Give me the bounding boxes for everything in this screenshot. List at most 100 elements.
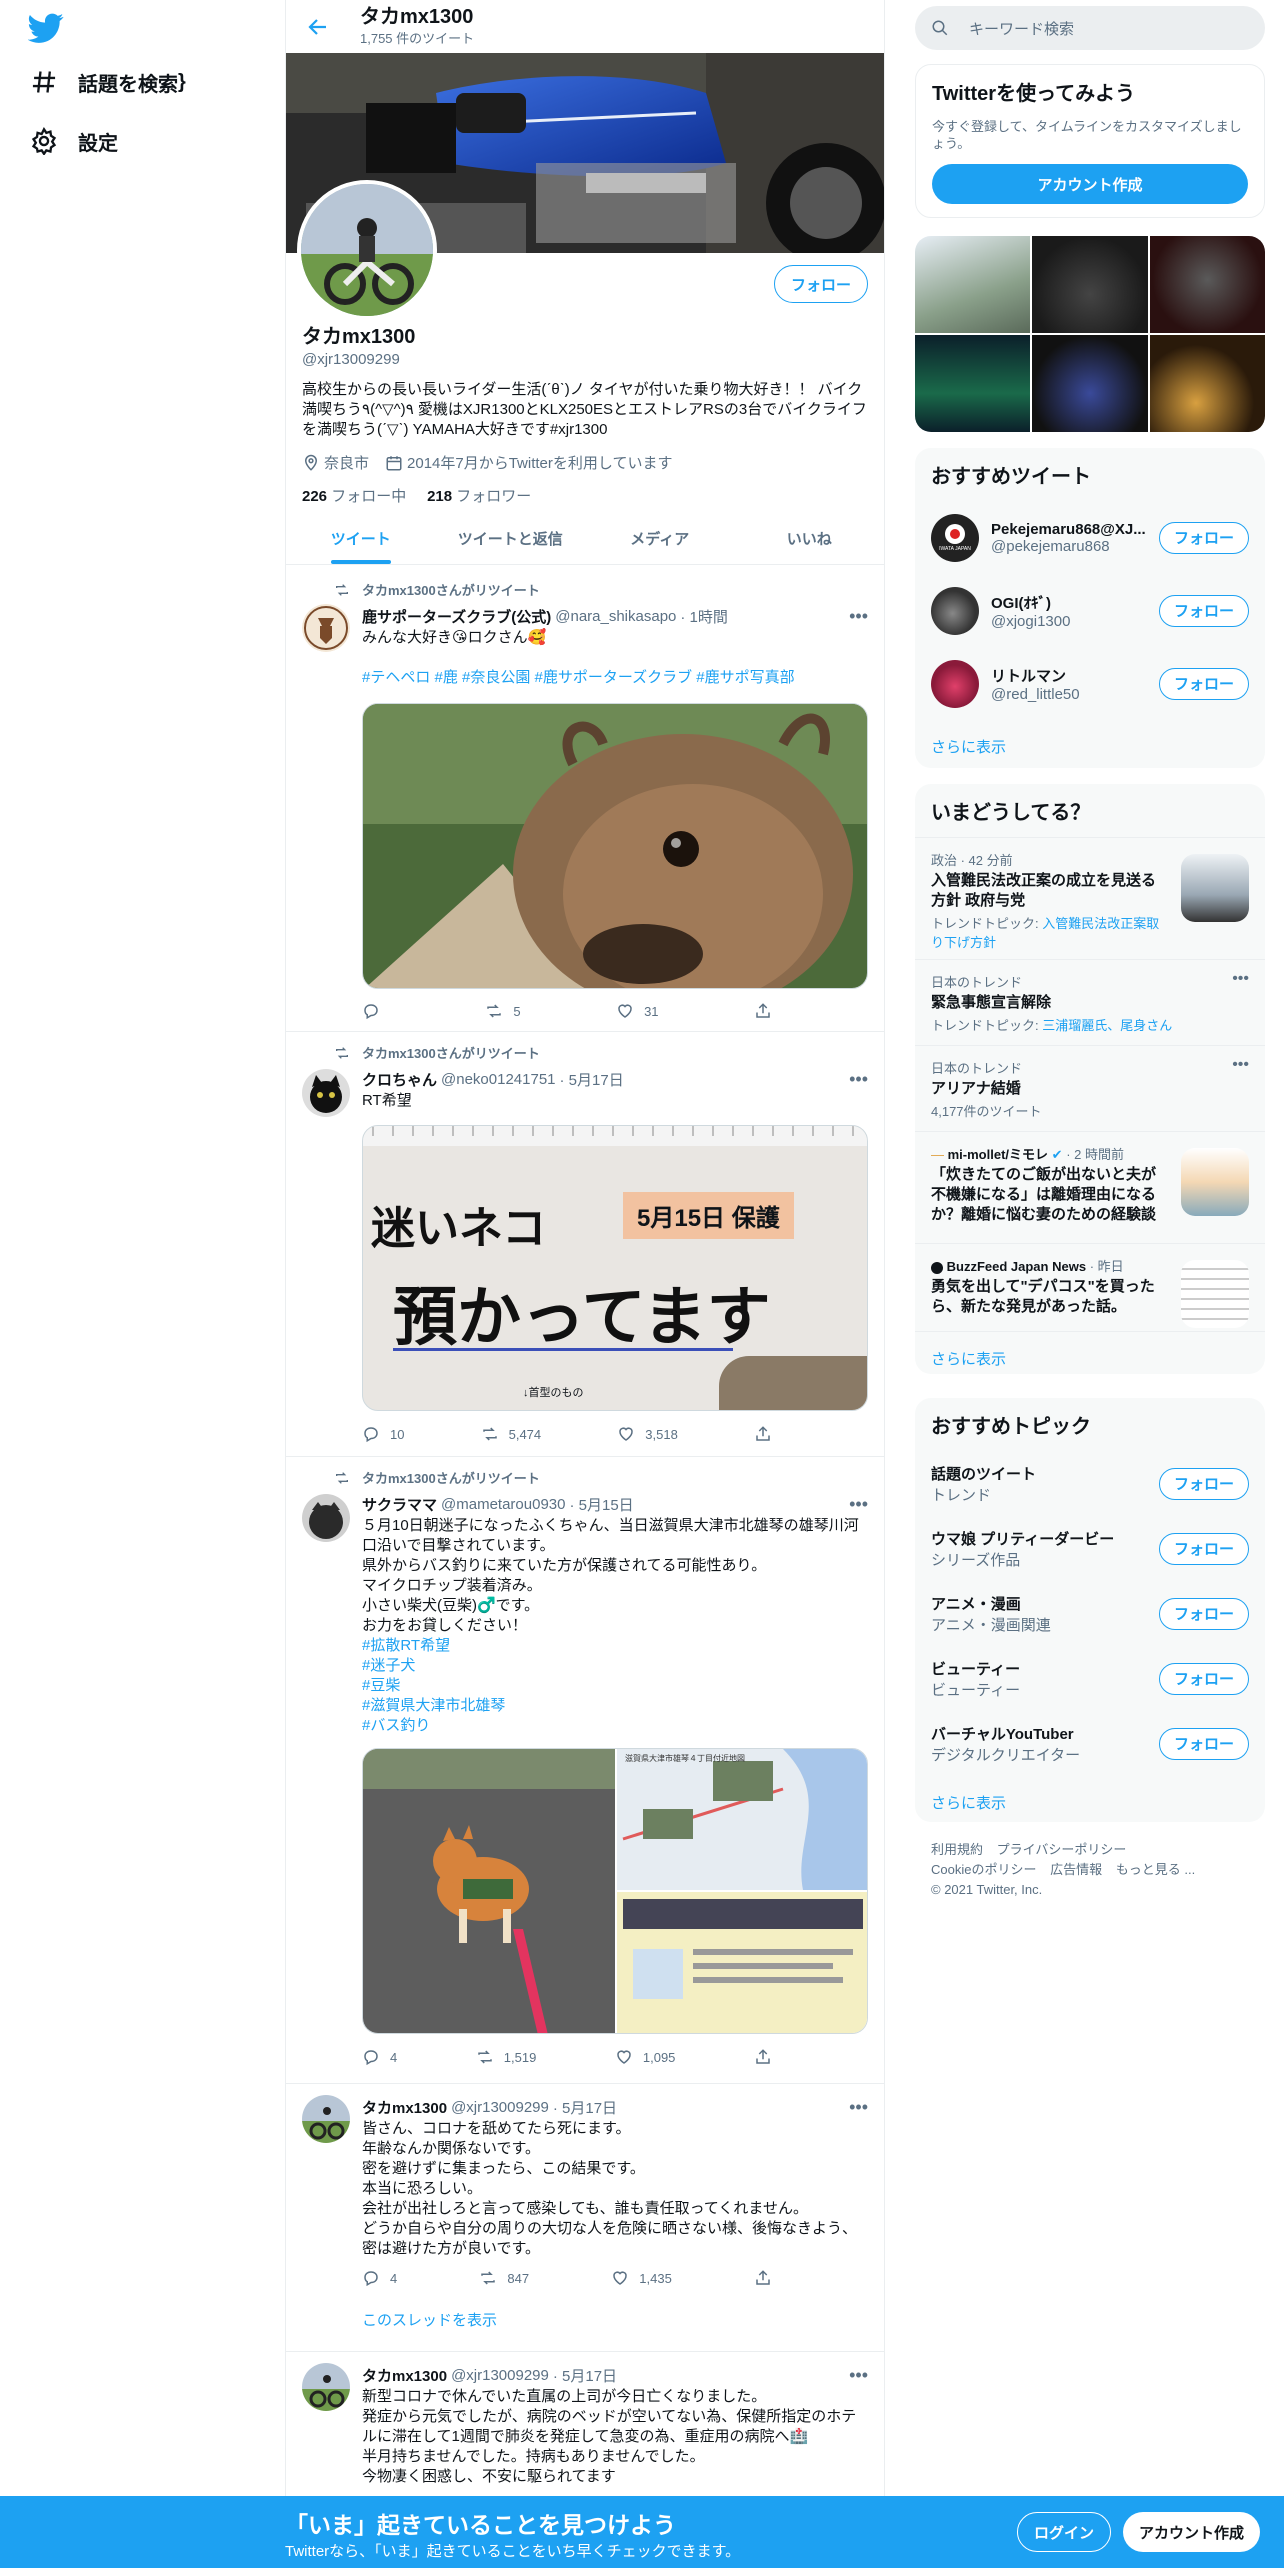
retweet-button[interactable]: 847 bbox=[479, 2269, 529, 2287]
media-thumb[interactable] bbox=[915, 335, 1031, 432]
tweet-author-name[interactable]: 鹿サポーターズクラブ(公式) bbox=[362, 606, 551, 627]
trend-item[interactable]: 政治 · 42 分前 入管難民法改正案の成立を見送る方針 政府与党 トレンドトピ… bbox=[915, 837, 1265, 959]
more-icon[interactable]: ••• bbox=[1232, 1056, 1249, 1074]
media-thumb[interactable] bbox=[915, 236, 1031, 333]
tweet-author-name[interactable]: サクラママ bbox=[362, 1494, 437, 1515]
nav-explore[interactable]: 話題を検索 } bbox=[30, 54, 186, 110]
tweet-time[interactable]: · 5月15日 bbox=[569, 1494, 633, 1515]
follow-button[interactable]: フォロー bbox=[1158, 1727, 1249, 1760]
tweet-author-name[interactable]: クロちゃん bbox=[362, 1069, 437, 1090]
like-button[interactable]: 1,435 bbox=[611, 2269, 672, 2287]
follow-button[interactable]: フォロー bbox=[1158, 1662, 1249, 1695]
trend-item[interactable]: 日本のトレンド アリアナ結婚 4,177件のツイート ••• bbox=[915, 1045, 1265, 1131]
like-button[interactable]: 31 bbox=[616, 1002, 659, 1020]
avatar[interactable] bbox=[302, 2363, 350, 2411]
show-thread-link[interactable]: このスレッドを表示 bbox=[362, 2311, 868, 2331]
trend-item[interactable]: — mi-mollet/ミモレ ✔ · 2 時間前 「炊きたてのご飯が出ないと夫… bbox=[915, 1131, 1265, 1243]
more-icon[interactable]: ••• bbox=[849, 2365, 868, 2386]
recommended-user[interactable]: OGI(ｵｷﾞ) @xjogi1300 フォロー bbox=[915, 574, 1265, 647]
retweet-button[interactable]: 1,519 bbox=[476, 2048, 536, 2066]
tweet-author-handle[interactable]: @nara_shikasapo bbox=[555, 608, 676, 625]
like-button[interactable]: 3,518 bbox=[617, 1425, 678, 1443]
follow-button[interactable]: フォロー bbox=[1158, 521, 1249, 554]
follow-button[interactable]: フォロー bbox=[773, 265, 868, 303]
topic-item[interactable]: ウマ娘 プリティーダービー シリーズ作品 フォロー bbox=[915, 1516, 1265, 1581]
reply-button[interactable]: 4 bbox=[362, 2269, 397, 2287]
tweet[interactable]: タカmx1300 @xjr13009299 · 5月17日 ••• 新型コロナで… bbox=[286, 2353, 884, 2513]
tweet-hashtags[interactable]: #拡散RT希望 #迷子犬 #豆柴 #滋賀県大津市北雄琴 #バス釣り bbox=[362, 1636, 868, 1736]
tweet-image-grid[interactable]: 滋賀県大津市雄琴４丁目付近地図 bbox=[362, 1748, 868, 2034]
like-button[interactable]: 1,095 bbox=[615, 2048, 675, 2066]
share-button[interactable] bbox=[754, 1425, 782, 1443]
reply-button[interactable]: 4 bbox=[362, 2048, 397, 2066]
media-thumb[interactable] bbox=[1149, 236, 1265, 333]
trend-item[interactable]: BuzzFeed Japan News · 昨日 勇気を出して"デパコス"を買っ… bbox=[915, 1243, 1265, 1331]
nav-settings[interactable]: 設定 bbox=[30, 113, 118, 169]
reply-button[interactable]: 10 bbox=[362, 1425, 404, 1443]
retweet-button[interactable]: 5 bbox=[485, 1002, 521, 1020]
more-icon[interactable]: ••• bbox=[849, 606, 868, 627]
avatar[interactable] bbox=[302, 2095, 350, 2143]
tweet-time[interactable]: · 5月17日 bbox=[560, 1069, 624, 1090]
terms-link[interactable]: 利用規約 bbox=[931, 1842, 983, 1857]
recommended-user[interactable]: IWATA JAPAN Pekejemaru868@XJ... @pekejem… bbox=[915, 501, 1265, 574]
follow-button[interactable]: フォロー bbox=[1158, 594, 1249, 627]
topic-item[interactable]: ビューティー ビューティー フォロー bbox=[915, 1646, 1265, 1711]
create-account-button[interactable]: アカウント作成 bbox=[932, 164, 1248, 204]
following-link[interactable]: 226 フォロー中 bbox=[302, 488, 406, 505]
media-thumb[interactable] bbox=[1032, 236, 1148, 333]
avatar[interactable] bbox=[302, 604, 350, 652]
media-thumb[interactable] bbox=[1032, 335, 1148, 432]
followers-link[interactable]: 218 フォロワー bbox=[427, 488, 531, 505]
topic-item[interactable]: 話題のツイート トレンド フォロー bbox=[915, 1451, 1265, 1516]
more-icon[interactable]: ••• bbox=[1232, 970, 1249, 988]
tweet-author-handle[interactable]: @xjr13009299 bbox=[451, 2367, 549, 2384]
tweet-author-name[interactable]: タカmx1300 bbox=[362, 2365, 447, 2386]
reply-button[interactable] bbox=[362, 1002, 390, 1020]
media-grid[interactable] bbox=[915, 236, 1265, 432]
tweet[interactable]: タカmx1300 @xjr13009299 · 5月17日 ••• 皆さん、コロ… bbox=[286, 2085, 884, 2352]
topic-item[interactable]: アニメ・漫画 アニメ・漫画関連 フォロー bbox=[915, 1581, 1265, 1646]
more-icon[interactable]: ••• bbox=[849, 2097, 868, 2118]
tweet-time[interactable]: · 5月17日 bbox=[553, 2365, 617, 2386]
tweet[interactable]: タカmx1300さんがリツイート サクラママ @mametarou0930 · … bbox=[286, 1458, 884, 2084]
topic-item[interactable]: バーチャルYouTuber デジタルクリエイター フォロー bbox=[915, 1711, 1265, 1776]
follow-button[interactable]: フォロー bbox=[1158, 1532, 1249, 1565]
tweet[interactable]: タカmx1300さんがリツイート クロちゃん @neko01241751 · 5… bbox=[286, 1033, 884, 1457]
tweet-time[interactable]: · 1時間 bbox=[680, 606, 728, 627]
tweet-author-handle[interactable]: @xjr13009299 bbox=[451, 2099, 549, 2116]
tweet-author-handle[interactable]: @neko01241751 bbox=[441, 1071, 556, 1088]
tweet-time[interactable]: · 5月17日 bbox=[553, 2097, 617, 2118]
privacy-link[interactable]: プライバシーポリシー bbox=[997, 1842, 1127, 1857]
twitter-logo-icon[interactable] bbox=[28, 10, 64, 46]
ads-link[interactable]: 広告情報 bbox=[1050, 1862, 1102, 1877]
media-thumb[interactable] bbox=[1149, 335, 1265, 432]
tweet-image[interactable] bbox=[362, 703, 868, 989]
trend-sub-link[interactable]: 三浦瑠麗氏、尾身さん bbox=[1042, 1018, 1172, 1033]
tab-media[interactable]: メディア bbox=[585, 512, 735, 564]
follow-button[interactable]: フォロー bbox=[1158, 1597, 1249, 1630]
share-button[interactable] bbox=[754, 2269, 782, 2287]
cookie-link[interactable]: Cookieのポリシー bbox=[931, 1862, 1036, 1877]
show-more-link[interactable]: さらに表示 bbox=[915, 720, 1265, 768]
follow-button[interactable]: フォロー bbox=[1158, 667, 1249, 700]
avatar[interactable] bbox=[302, 1494, 350, 1542]
signup-button[interactable]: アカウント作成 bbox=[1123, 2512, 1261, 2552]
more-link[interactable]: もっと見る ... bbox=[1116, 1862, 1195, 1877]
tweet-author-handle[interactable]: @mametarou0930 bbox=[441, 1496, 565, 1513]
more-icon[interactable]: ••• bbox=[849, 1069, 868, 1090]
show-more-link[interactable]: さらに表示 bbox=[915, 1776, 1265, 1822]
trend-item[interactable]: 日本のトレンド 緊急事態宣言解除 トレンドトピック: 三浦瑠麗氏、尾身さん ••… bbox=[915, 959, 1265, 1045]
tweet-hashtags[interactable]: #テヘペロ #鹿 #奈良公園 #鹿サポーターズクラブ #鹿サポ写真部 bbox=[362, 668, 868, 688]
share-button[interactable] bbox=[754, 1002, 782, 1020]
share-button[interactable] bbox=[754, 2048, 782, 2066]
tab-tweets-and-replies[interactable]: ツイートと返信 bbox=[436, 512, 586, 564]
tweet[interactable]: タカmx1300さんがリツイート 鹿サポーターズクラブ(公式) @nara_sh… bbox=[286, 566, 884, 1032]
search-input[interactable]: キーワード検索 bbox=[915, 6, 1265, 50]
profile-avatar[interactable] bbox=[297, 180, 437, 320]
tweet-author-name[interactable]: タカmx1300 bbox=[362, 2097, 447, 2118]
show-more-link[interactable]: さらに表示 bbox=[915, 1331, 1265, 1374]
retweet-button[interactable]: 5,474 bbox=[481, 1425, 541, 1443]
avatar[interactable] bbox=[302, 1069, 350, 1117]
tab-likes[interactable]: いいね bbox=[735, 512, 885, 564]
